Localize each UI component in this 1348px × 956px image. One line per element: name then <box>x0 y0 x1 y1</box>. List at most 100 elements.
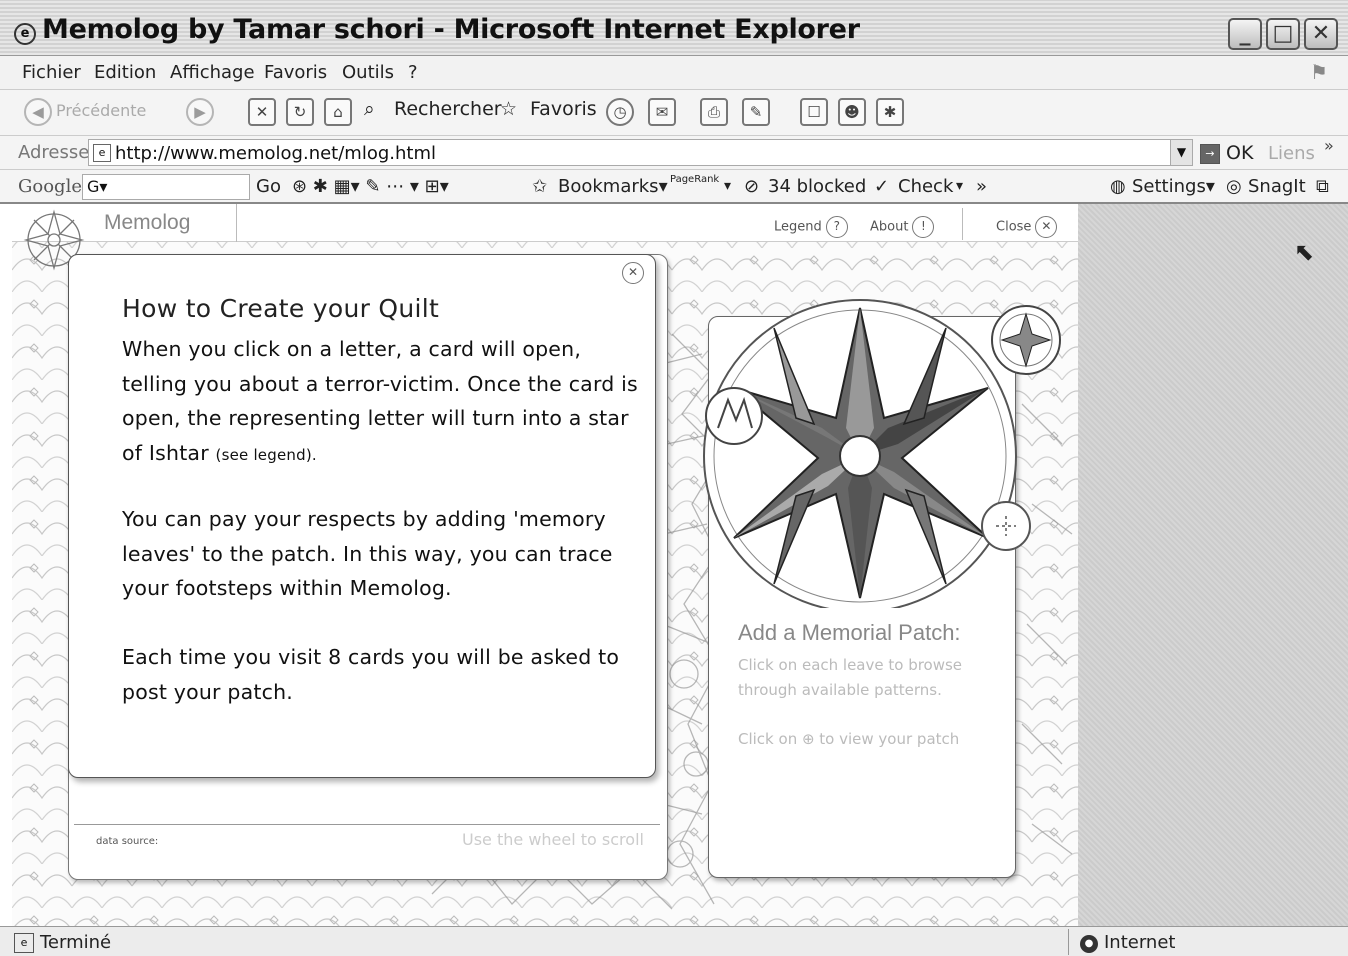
patch-instruction-3: Click on ⊕ to view your patch <box>738 730 960 748</box>
app-title: Memolog <box>104 211 191 234</box>
menu-favoris[interactable]: Favoris <box>264 62 327 83</box>
search-icon[interactable]: ⌕ <box>364 98 375 120</box>
settings-gear-icon: ◍ <box>1110 176 1126 197</box>
google-logo: Google <box>18 176 82 197</box>
favorites-button[interactable]: Favoris <box>530 98 597 120</box>
favorites-star-icon[interactable]: ☆ <box>500 98 517 120</box>
snagit-window-icon[interactable]: ⧉ <box>1316 176 1329 197</box>
minimize-button[interactable]: _ <box>1228 18 1262 50</box>
card-paragraph-1: When you click on a letter, a card will … <box>122 332 642 472</box>
check-button[interactable]: Check <box>898 176 953 197</box>
search-button[interactable]: Rechercher <box>394 98 502 120</box>
forward-arrow-icon[interactable]: ▶ <box>186 98 214 126</box>
google-toolbar: Google G▾ Go ⊛ ✱ ▦▾ ✎ ⋯ ▾ ⊞▾ ✩ Bookmarks… <box>0 170 1348 204</box>
card-title: How to Create your Quilt <box>122 294 440 323</box>
header-divider-right <box>962 208 963 240</box>
bookmarks-star-icon[interactable]: ✩ <box>532 176 547 197</box>
scroll-hint: Use the wheel to scroll <box>462 830 644 849</box>
header-divider <box>236 204 237 242</box>
settings-button[interactable]: Settings▾ <box>1132 176 1215 197</box>
address-dropdown-icon[interactable]: ▼ <box>1170 140 1192 165</box>
address-label: Adresse <box>18 142 90 163</box>
history-icon[interactable]: ◷ <box>606 98 634 126</box>
window-title: Memolog by Tamar schori - Microsoft Inte… <box>42 14 860 45</box>
google-more-chevron[interactable]: » <box>976 176 987 197</box>
status-bar: e Terminé ● Internet <box>0 926 1348 956</box>
app-close-button[interactable]: Close ✕ <box>996 216 1058 238</box>
spellcheck-icon: ✓ <box>874 176 890 197</box>
status-divider <box>1068 929 1069 955</box>
check-dropdown-icon[interactable]: ▾ <box>956 178 963 194</box>
menu-bar: Fichier Edition Affichage Favoris Outils… <box>0 56 1348 90</box>
google-search-options-icon[interactable]: ⊛ ✱ ▦▾ ✎ ⋯ ▾ ⊞▾ <box>292 176 449 197</box>
letter-tile-icon[interactable] <box>705 387 763 445</box>
windows-flag-icon: ⚑ <box>1310 60 1328 84</box>
maximize-button[interactable]: □ <box>1266 18 1300 50</box>
print-icon[interactable]: ⎙ <box>700 98 728 126</box>
ie-page-icon: e <box>14 23 36 45</box>
internet-zone-globe-icon: ● <box>1080 935 1098 953</box>
mail-icon[interactable]: ✉ <box>648 98 676 126</box>
stop-icon[interactable]: ✕ <box>248 98 276 126</box>
snagit-button[interactable]: SnagIt <box>1248 176 1306 197</box>
address-url[interactable]: http://www.memolog.net/mlog.html <box>115 143 436 164</box>
mouse-cursor-icon: ⬉ <box>1294 238 1315 266</box>
links-more-chevron[interactable]: » <box>1324 136 1334 155</box>
card-paragraph-1-text: When you click on a letter, a card will … <box>122 337 638 465</box>
pagerank-indicator: PageRank <box>670 174 720 185</box>
star-center[interactable] <box>839 435 881 477</box>
edit-icon[interactable]: ✎ <box>742 98 770 126</box>
about-button[interactable]: About! <box>870 216 935 238</box>
page-icon: e <box>93 144 111 162</box>
page-viewport: ⬉ Memolog Legend? About! Close ✕ ✕ How to… <box>12 204 1348 926</box>
google-go-button[interactable]: Go <box>256 176 281 197</box>
back-button-label[interactable]: Précédente <box>56 101 146 120</box>
close-window-button[interactable]: ✕ <box>1304 18 1338 50</box>
card-footer-divider <box>74 824 660 825</box>
snagit-icon: ◎ <box>1226 176 1242 197</box>
view-patch-icon[interactable] <box>981 501 1031 551</box>
patch-instruction-2: through available patterns. <box>738 681 942 699</box>
about-info-icon[interactable]: ! <box>912 216 935 238</box>
go-button[interactable]: OK <box>1226 142 1253 164</box>
patch-instruction-1: Click on each leave to browse <box>738 656 963 674</box>
home-icon[interactable]: ⌂ <box>324 98 352 126</box>
app-close-icon[interactable]: ✕ <box>1035 216 1058 238</box>
pagerank-dropdown-icon[interactable]: ▾ <box>724 178 731 194</box>
bookmarks-button[interactable]: Bookmarks▾ <box>558 176 668 197</box>
menu-affichage[interactable]: Affichage <box>170 62 255 83</box>
menu-fichier[interactable]: Fichier <box>22 62 81 83</box>
messenger-icon[interactable]: ☻ <box>838 98 866 126</box>
card-legend-note: (see legend). <box>215 445 317 464</box>
popup-blocked-count[interactable]: 34 blocked <box>768 176 866 197</box>
leaf-selector-icon[interactable] <box>991 305 1061 375</box>
standard-toolbar: ◀ Précédente ▶ ✕ ↻ ⌂ ⌕ Rechercher ☆ Favo… <box>0 90 1348 136</box>
back-arrow-icon[interactable]: ◀ <box>24 98 52 126</box>
links-button[interactable]: Liens <box>1268 143 1315 164</box>
google-search-field[interactable]: G▾ <box>82 174 250 200</box>
title-bar: e Memolog by Tamar schori - Microsoft In… <box>0 0 1348 56</box>
ishtar-star-patch[interactable] <box>688 268 1068 608</box>
card-paragraph-2: You can pay your respects by adding 'mem… <box>122 507 613 600</box>
page-done-icon: e <box>14 933 34 953</box>
status-text: Terminé <box>40 932 112 953</box>
menu-outils[interactable]: Outils <box>342 62 394 83</box>
legend-label[interactable]: Legend <box>774 220 822 235</box>
about-label[interactable]: About <box>870 220 908 235</box>
menu-edition[interactable]: Edition <box>94 62 156 83</box>
patch-title: Add a Memorial Patch: <box>738 620 961 645</box>
security-zone-label: Internet <box>1104 932 1176 953</box>
refresh-icon[interactable]: ↻ <box>286 98 314 126</box>
app-close-label[interactable]: Close <box>996 220 1031 235</box>
menu-help[interactable]: ? <box>408 62 418 83</box>
popup-blocker-icon: ⊘ <box>744 176 760 197</box>
go-arrow-icon[interactable]: → <box>1200 144 1220 164</box>
discuss-icon[interactable]: ☐ <box>800 98 828 126</box>
card-close-icon[interactable]: ✕ <box>622 262 644 284</box>
legend-help-icon[interactable]: ? <box>825 216 848 238</box>
address-bar: Adresse e http://www.memolog.net/mlog.ht… <box>0 136 1348 170</box>
data-source-label: data source: <box>96 836 159 847</box>
address-field[interactable]: e http://www.memolog.net/mlog.html ▼ <box>88 139 1193 166</box>
research-icon[interactable]: ✱ <box>876 98 904 126</box>
legend-button[interactable]: Legend? <box>774 216 848 238</box>
